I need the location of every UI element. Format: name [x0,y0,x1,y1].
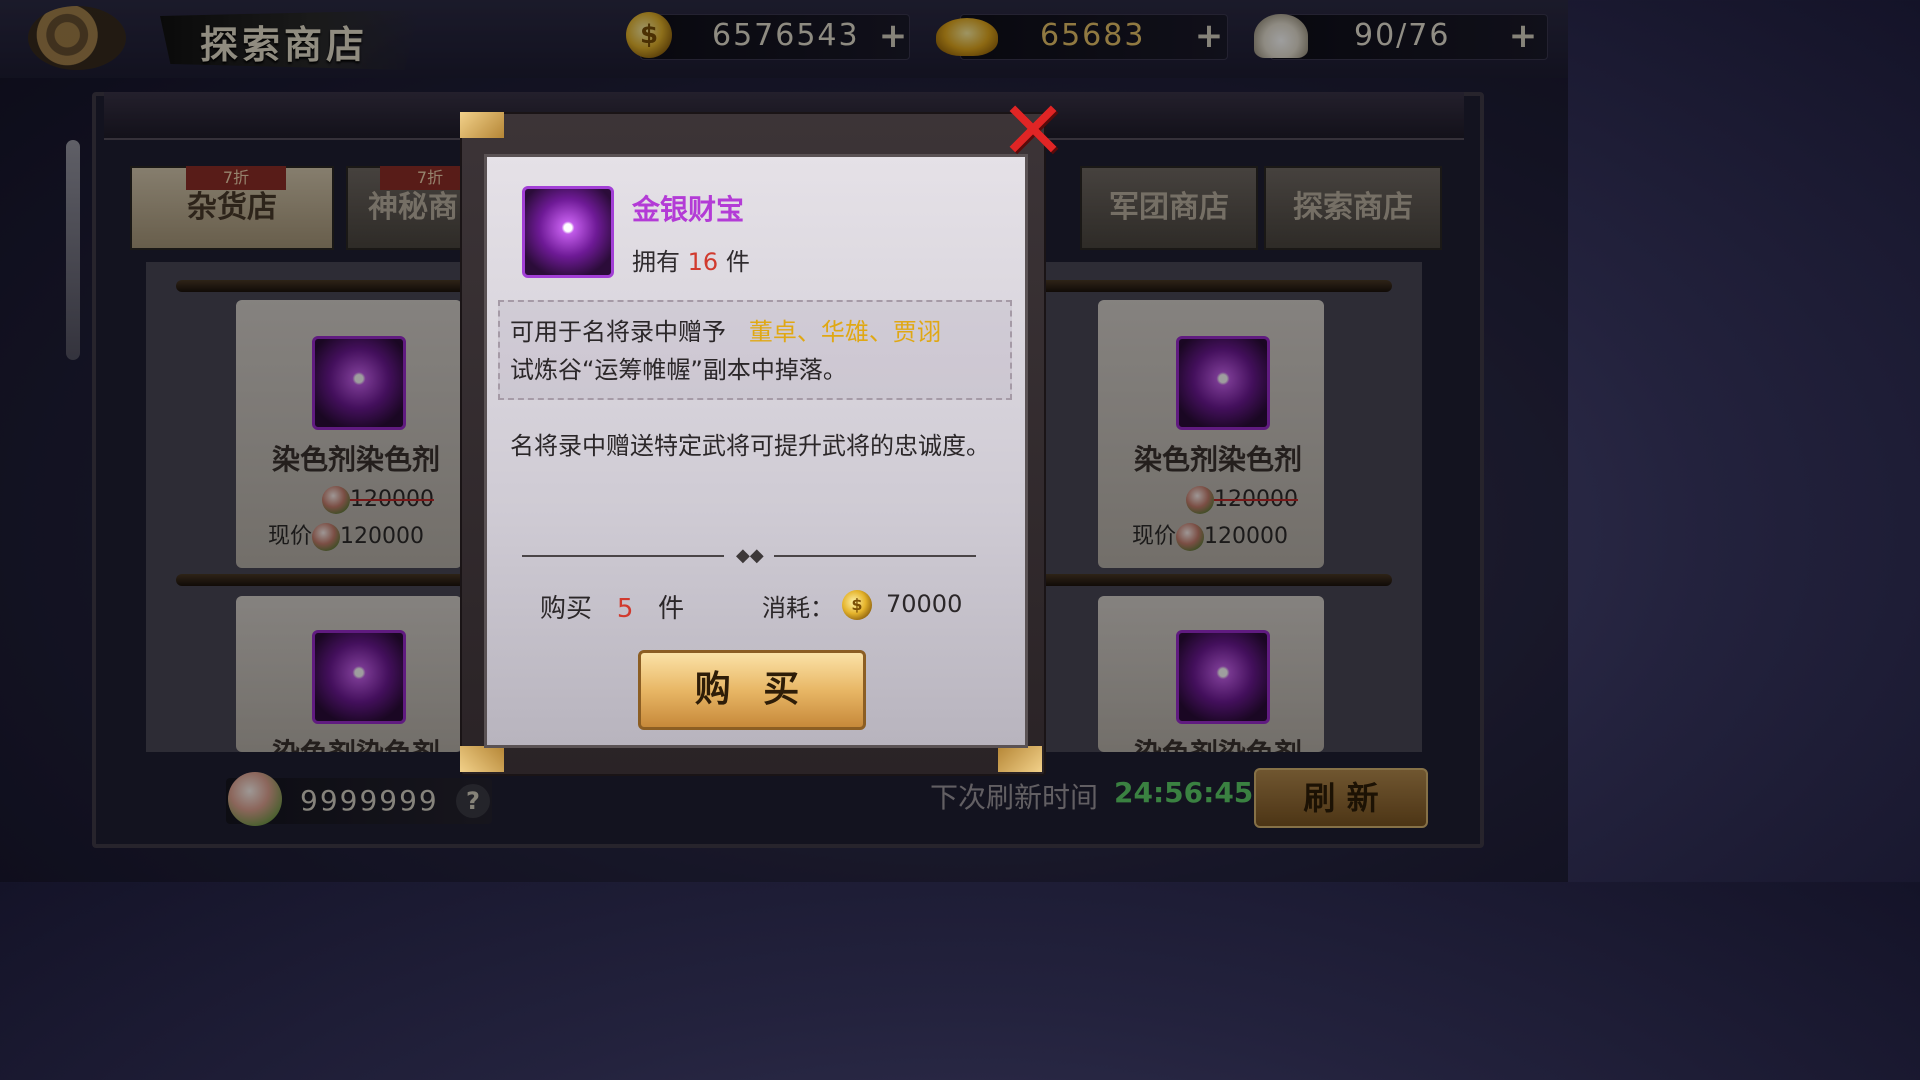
corner-ornament [998,746,1042,772]
item-name: 金银财宝 [632,193,745,226]
description-text: 可用于名将录中赠予 [510,318,726,346]
buy-button[interactable]: 购 买 [638,650,866,730]
owned-suffix: 件 [725,248,750,276]
close-icon[interactable]: ✕ [996,91,1070,171]
buy-number[interactable]: 5 [617,594,634,624]
owned-count: 拥有 16 件 [632,242,750,277]
treasure-bag-icon [522,186,614,278]
divider [774,555,976,557]
cost-value: 70000 [886,590,963,618]
buy-suffix: 件 [658,594,685,624]
owned-number: 16 [687,248,719,276]
description-line-2: 试炼谷“运筹帷幄”副本中掉落。 [510,356,847,384]
buy-quantity: 购买 5 件 [540,588,684,625]
corner-ornament [460,746,504,772]
diamond-ornament-icon: ◆◆ [736,545,764,566]
cost-label: 消耗： [762,594,834,622]
description-extra: 名将录中赠送特定武将可提升武将的忠诚度。 [510,432,990,460]
divider [522,555,724,557]
corner-ornament [460,112,504,138]
description-line-1: 可用于名将录中赠予 董卓、华雄、贾诩 [510,312,941,347]
gold-coin-icon: $ [842,590,872,620]
owned-prefix: 拥有 [632,248,680,276]
buy-prefix: 购买 [540,594,593,624]
general-names: 董卓、华雄、贾诩 [748,318,941,346]
